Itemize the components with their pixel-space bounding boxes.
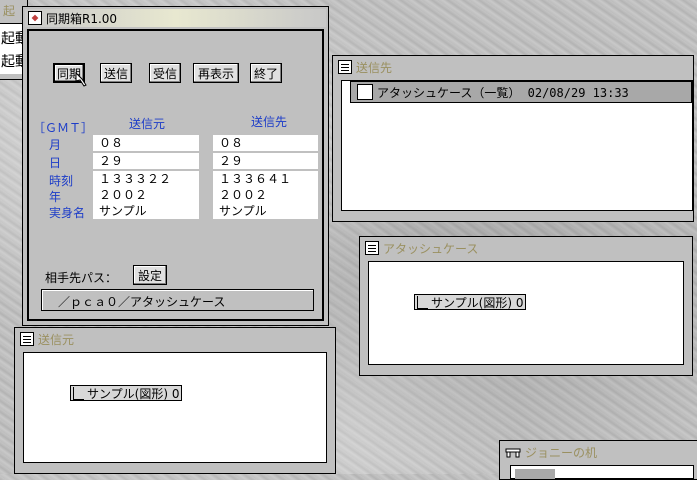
source-time-field[interactable]: １３３３２２	[93, 171, 199, 187]
dest-day-field[interactable]: ２９	[213, 153, 318, 169]
attache-case-window[interactable]: アタッシュケース サンプル(図形) 0	[359, 236, 693, 376]
gmt-label: ［ＧＭＴ］	[33, 121, 94, 135]
source-window-item-label: サンプル(図形) 0	[87, 386, 180, 401]
source-window-item[interactable]: サンプル(図形) 0	[70, 385, 183, 401]
dest-time-field[interactable]: １３３６４１	[213, 171, 318, 187]
dest-name-field[interactable]: サンプル	[213, 203, 318, 219]
attache-case-title: アタッシュケース	[383, 241, 479, 256]
desk-window-title: ジョニーの机	[525, 445, 598, 460]
dest-header: 送信先	[251, 115, 288, 129]
dest-window[interactable]: 送信先 アタッシュケース（一覧） 02/08/29 13:33	[332, 55, 694, 222]
source-window[interactable]: 送信元 サンプル(図形) 0	[14, 327, 336, 474]
source-window-titlebar[interactable]: 送信元	[17, 330, 333, 348]
dest-window-content[interactable]: アタッシュケース（一覧） 02/08/29 13:33	[341, 80, 693, 211]
document-icon	[365, 241, 379, 255]
dest-window-title: 送信先	[356, 60, 393, 75]
redisplay-button[interactable]: 再表示	[193, 63, 239, 83]
dest-month-field[interactable]: ０８	[213, 135, 318, 151]
file-icon	[73, 386, 84, 400]
dest-item-label: アタッシュケース（一覧） 02/08/29 13:33	[377, 85, 629, 100]
peer-path-label: 相手先パス：	[45, 271, 118, 285]
path-value: ／ｐｃａ０／アタッシュケース	[58, 295, 226, 309]
source-name-field[interactable]: サンプル	[93, 203, 199, 219]
set-path-button[interactable]: 設定	[133, 265, 167, 285]
source-header: 送信元	[129, 117, 166, 131]
source-day-field[interactable]: ２９	[93, 153, 199, 169]
year-label: 年	[49, 190, 62, 204]
send-button[interactable]: 送信	[100, 63, 132, 83]
dest-year-field[interactable]: ２００２	[213, 187, 318, 203]
sync-box-window[interactable]: 同期箱R1.00 同期 送信 受信 再表示 終了 ［ＧＭＴ］ 送信元 送信先 月…	[22, 6, 329, 326]
source-year-field[interactable]: ２００２	[93, 187, 199, 203]
receive-button[interactable]: 受信	[149, 63, 181, 83]
dest-list-item[interactable]: アタッシュケース（一覧） 02/08/29 13:33	[350, 81, 692, 103]
time-label: 時刻	[49, 174, 74, 188]
source-month-field[interactable]: ０８	[93, 135, 199, 151]
file-icon	[417, 295, 428, 309]
app-icon[interactable]	[28, 11, 42, 25]
name-label: 実身名	[49, 206, 86, 220]
attache-case-item[interactable]: サンプル(図形) 0	[414, 294, 527, 310]
source-window-title: 送信元	[38, 332, 75, 347]
desk-icon	[505, 446, 521, 458]
path-display: ／ｐｃａ０／アタッシュケース	[41, 289, 314, 311]
day-label: 日	[49, 156, 62, 170]
folder-icon	[357, 84, 373, 100]
sync-box-title: 同期箱R1.00	[46, 11, 118, 26]
document-icon	[338, 60, 352, 74]
desk-window[interactable]: ジョニーの机	[499, 440, 697, 480]
month-label: 月	[49, 138, 62, 152]
sync-box-titlebar[interactable]: 同期箱R1.00	[25, 9, 326, 27]
dest-window-titlebar[interactable]: 送信先	[335, 58, 691, 76]
desk-window-titlebar[interactable]: ジョニーの机	[502, 443, 696, 461]
mouse-cursor-icon	[73, 71, 89, 87]
source-window-content[interactable]: サンプル(図形) 0	[23, 352, 327, 463]
attache-case-titlebar[interactable]: アタッシュケース	[362, 239, 690, 257]
desk-item[interactable]	[515, 469, 555, 479]
background-window-title: 起	[3, 4, 16, 18]
attache-case-content[interactable]: サンプル(図形) 0	[368, 261, 684, 365]
document-icon	[20, 332, 34, 346]
sync-box-panel: 同期 送信 受信 再表示 終了 ［ＧＭＴ］ 送信元 送信先 月 日 時刻 年 実…	[27, 29, 324, 321]
attache-case-item-label: サンプル(図形) 0	[431, 295, 524, 310]
desk-window-content[interactable]	[510, 465, 694, 479]
exit-button[interactable]: 終了	[250, 63, 282, 83]
